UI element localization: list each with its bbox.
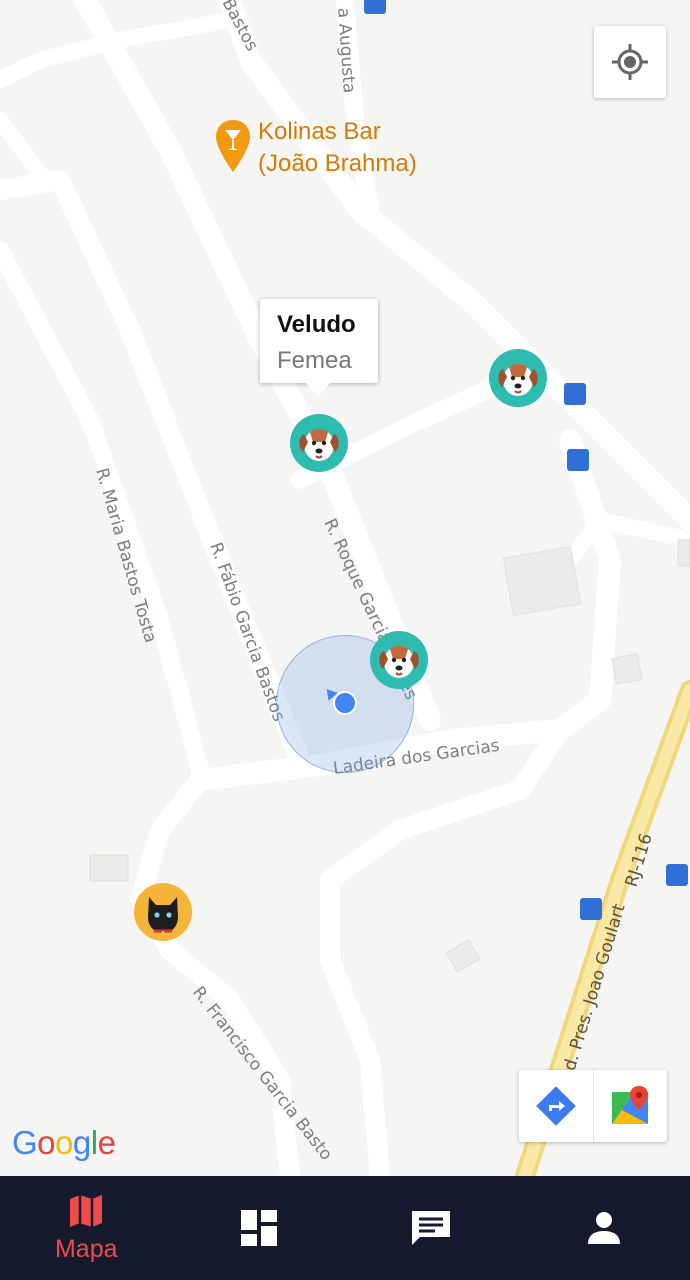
poi-label[interactable]: Kolinas Bar (João Brahma): [258, 116, 417, 180]
info-window-tail: [306, 383, 330, 397]
my-location-icon: [612, 44, 648, 80]
dog-icon: [379, 646, 419, 678]
dog-marker[interactable]: [290, 414, 348, 472]
my-location-dot: [333, 691, 357, 715]
bar-pin-icon[interactable]: [215, 118, 251, 174]
my-location-button[interactable]: [594, 26, 666, 98]
map-toolbar: [519, 1070, 667, 1142]
poi-name-line1: Kolinas Bar: [258, 118, 381, 145]
bus-stop-icon[interactable]: [666, 864, 688, 886]
poi-name-line2: (João Brahma): [258, 150, 417, 177]
map-icon: [70, 1194, 103, 1227]
nav-item-profile[interactable]: [518, 1176, 690, 1280]
dog-marker[interactable]: [370, 631, 428, 689]
road-label-rodovia: Rod. Pres. Joao Goulart: [554, 901, 630, 1093]
pet-info-window[interactable]: Veludo Femea: [260, 299, 378, 397]
cat-marker[interactable]: [134, 883, 192, 941]
chat-icon: [412, 1211, 451, 1245]
directions-button[interactable]: [519, 1070, 593, 1142]
dog-icon: [299, 429, 339, 461]
person-icon: [587, 1212, 620, 1244]
pet-name: Veludo: [277, 311, 356, 338]
map-view[interactable]: Bastos a Augusta R. Maria Bastos Tosta R…: [0, 0, 690, 1176]
directions-icon: [535, 1086, 576, 1126]
nav-item-chat[interactable]: [345, 1176, 518, 1280]
nav-item-dashboard[interactable]: [173, 1176, 346, 1280]
bus-stop-icon[interactable]: [564, 383, 586, 405]
bottom-navigation: Mapa: [0, 1176, 690, 1280]
nav-item-mapa[interactable]: Mapa: [0, 1176, 173, 1280]
road-label-francisco: R. Francisco Garcia Basto: [188, 983, 336, 1165]
road-label-maria-bastos-tosta: R. Maria Bastos Tosta: [91, 466, 160, 645]
bus-stop-icon[interactable]: [364, 0, 386, 14]
nav-label-mapa: Mapa: [54, 1234, 118, 1263]
open-in-maps-button[interactable]: [592, 1070, 668, 1142]
bus-stop-icon[interactable]: [580, 898, 602, 920]
pet-gender: Femea: [277, 347, 352, 374]
dog-icon: [498, 364, 538, 396]
dog-marker[interactable]: [489, 349, 547, 407]
cat-icon: [148, 897, 178, 935]
bus-stop-icon[interactable]: [567, 449, 589, 471]
google-logo: Google: [12, 1124, 116, 1161]
google-maps-icon: [612, 1086, 649, 1124]
dashboard-icon: [240, 1210, 277, 1246]
